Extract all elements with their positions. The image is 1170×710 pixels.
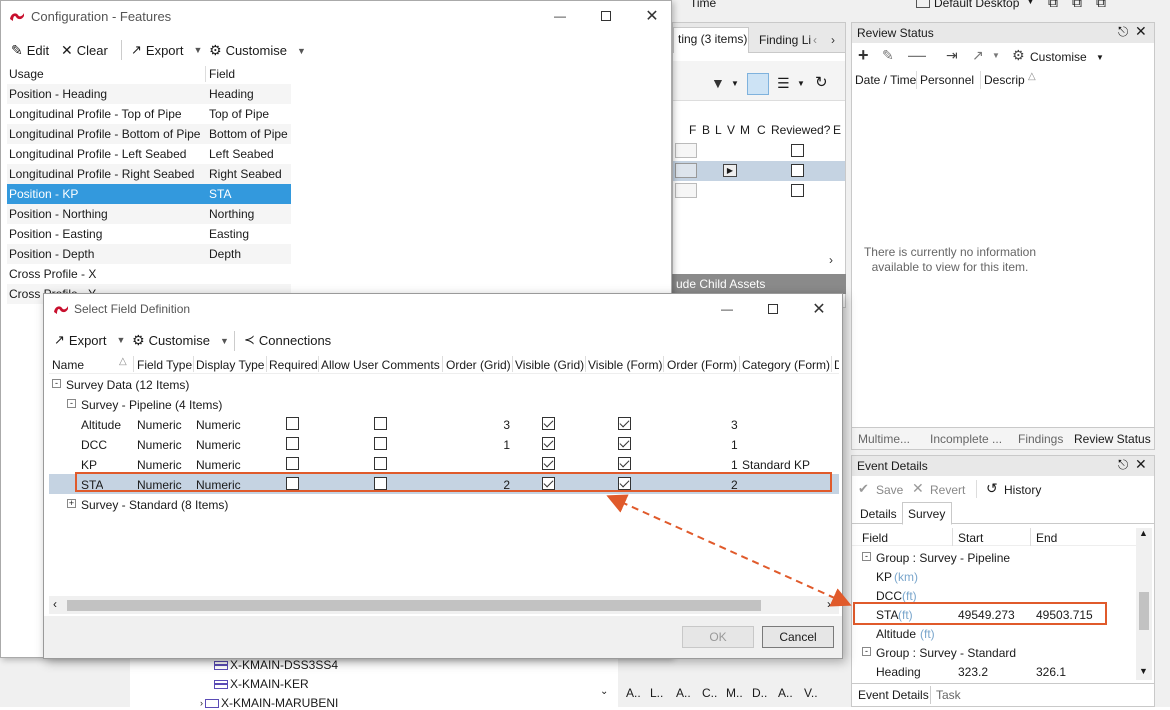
connector-arrow (606, 494, 852, 607)
